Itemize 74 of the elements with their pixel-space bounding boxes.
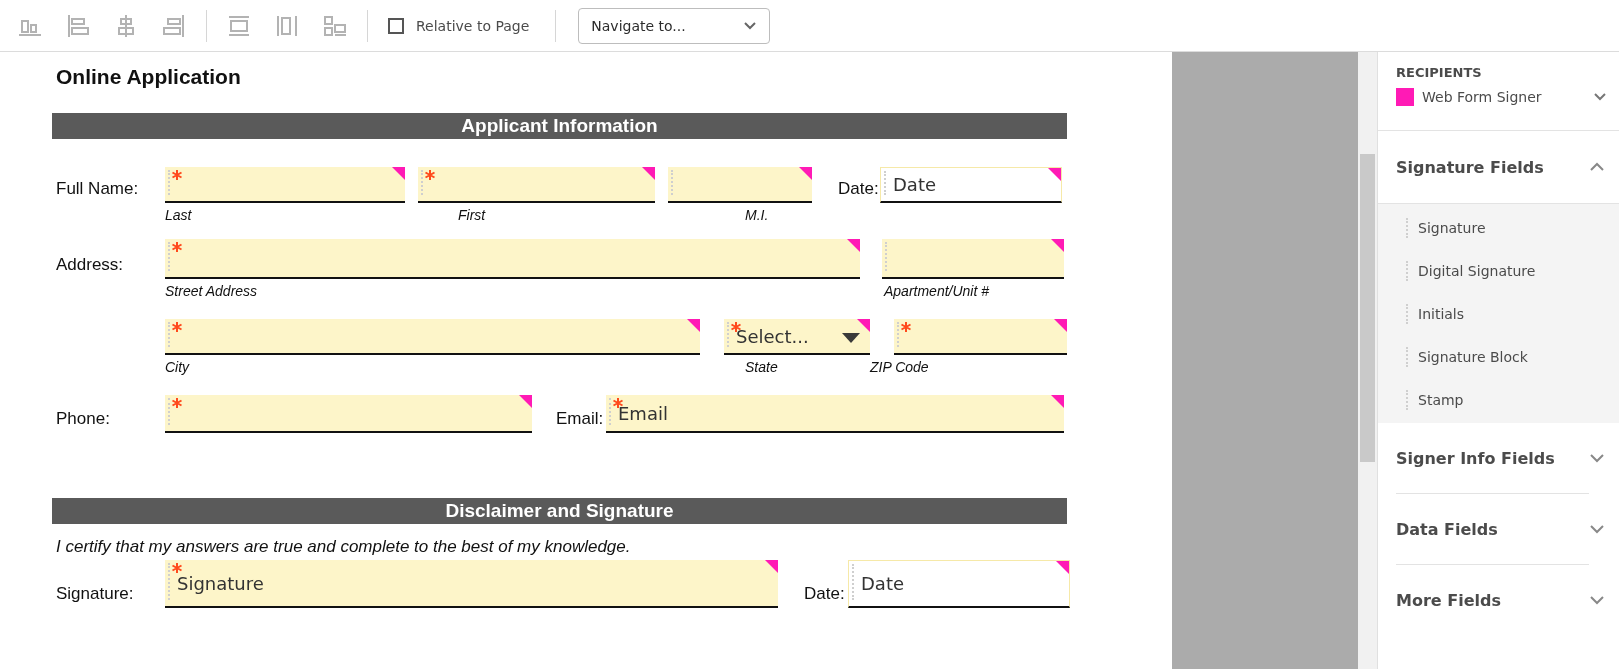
relative-to-page-checkbox[interactable] — [388, 17, 404, 34]
input-field[interactable] — [418, 167, 655, 203]
field-label: Phone: — [55, 409, 110, 430]
field-caption: State — [745, 359, 779, 377]
field-caption: M.I. — [745, 207, 770, 225]
input-field[interactable] — [165, 167, 405, 203]
field-type-item[interactable]: Signature — [1406, 206, 1619, 249]
corner-tag-icon — [857, 319, 870, 332]
input-field[interactable]: Date — [848, 560, 1070, 608]
field-label: Full Name: — [55, 179, 139, 200]
input-field[interactable]: Signature — [165, 560, 778, 608]
field-type-item[interactable]: Stamp — [1406, 378, 1619, 421]
disclaimer-text: I certify that my answers are true and complete to the best of my knowledge. — [56, 536, 632, 558]
field-label: Address: — [55, 255, 124, 276]
section-header: Disclaimer and Signature — [52, 498, 1067, 524]
chevron-up-icon — [1589, 162, 1605, 172]
corner-tag-icon — [519, 395, 532, 408]
input-field[interactable] — [882, 239, 1064, 279]
chevron-down-icon — [743, 20, 758, 31]
corner-tag-icon — [799, 167, 812, 180]
navigate-dropdown[interactable]: Navigate to... — [578, 7, 771, 44]
scrollbar[interactable] — [1358, 52, 1377, 669]
accordion-header[interactable]: More Fields — [1378, 565, 1619, 635]
field-label: Signature: — [55, 584, 134, 605]
corner-tag-icon — [1056, 561, 1069, 574]
field-type-item[interactable]: Digital Signature — [1406, 249, 1619, 292]
corner-tag-icon — [687, 319, 700, 332]
form-title: Online Application — [56, 64, 242, 90]
required-asterisk-icon — [171, 169, 183, 181]
input-field[interactable]: Email — [606, 395, 1064, 433]
chevron-down-icon — [1589, 524, 1605, 534]
required-asterisk-icon — [900, 321, 912, 333]
field-caption: Street Address — [165, 283, 259, 301]
required-asterisk-icon — [171, 321, 183, 333]
scrollbar-thumb[interactable] — [1360, 154, 1375, 462]
field-type-item[interactable]: Signature Block — [1406, 335, 1619, 378]
required-asterisk-icon — [424, 169, 436, 181]
relative-to-page-label: Relative to Page — [416, 17, 530, 34]
field-caption: First — [458, 207, 487, 225]
input-field[interactable] — [894, 319, 1067, 355]
field-caption: ZIP Code — [870, 359, 930, 377]
corner-tag-icon — [847, 239, 860, 252]
section-header: Applicant Information — [52, 113, 1067, 139]
dropdown-triangle-icon — [842, 333, 860, 343]
input-field[interactable]: Date — [880, 167, 1062, 203]
input-field[interactable] — [165, 395, 532, 433]
field-caption: City — [165, 359, 191, 377]
required-asterisk-icon — [171, 562, 183, 574]
dropdown-field[interactable]: Select... — [724, 319, 870, 355]
input-field[interactable] — [668, 167, 812, 203]
field-label: Date: — [803, 584, 845, 605]
required-asterisk-icon — [171, 241, 183, 253]
accordion-header[interactable]: Data Fields — [1378, 494, 1619, 564]
field-label: Date: — [837, 179, 879, 200]
input-field[interactable] — [165, 239, 860, 279]
corner-tag-icon — [765, 560, 778, 573]
input-field[interactable] — [165, 319, 700, 355]
field-caption: Apartment/Unit # — [884, 283, 991, 301]
corner-tag-icon — [1051, 239, 1064, 252]
chevron-down-icon — [1589, 595, 1605, 605]
corner-tag-icon — [1054, 319, 1067, 332]
recipients-heading: RECIPIENTS — [1396, 65, 1483, 80]
accordion-header[interactable]: Signer Info Fields — [1378, 423, 1619, 493]
required-asterisk-icon — [171, 397, 183, 409]
field-label: Email: — [555, 409, 604, 430]
recipient-selector[interactable]: Web Form Signer — [1396, 88, 1619, 106]
corner-tag-icon — [1051, 395, 1064, 408]
field-type-item[interactable]: Initials — [1406, 292, 1619, 335]
chevron-down-icon — [1593, 92, 1607, 102]
corner-tag-icon — [642, 167, 655, 180]
chevron-down-icon — [1589, 453, 1605, 463]
field-caption: Last — [165, 207, 193, 225]
corner-tag-icon — [1048, 168, 1061, 181]
corner-tag-icon — [392, 167, 405, 180]
